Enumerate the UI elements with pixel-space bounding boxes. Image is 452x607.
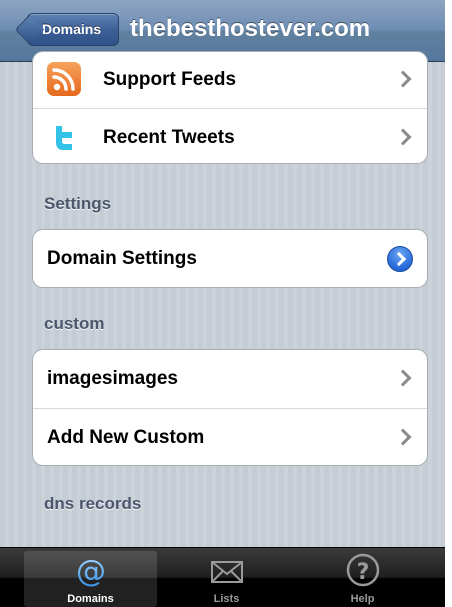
row-label: Add New Custom [47, 427, 205, 448]
tab-label: Lists [213, 593, 240, 605]
svg-text:?: ? [356, 560, 369, 585]
row-domain-settings[interactable]: Domain Settings [33, 230, 427, 287]
at-icon: @ [24, 553, 157, 594]
chevron-right-icon [394, 70, 412, 88]
row-label: imagesimages [47, 368, 178, 389]
section-header-settings: Settings [44, 194, 112, 213]
tab-bar: @ Domains Lists ? Help [0, 547, 452, 607]
section-header-custom: custom [44, 314, 105, 333]
rss-icon [47, 62, 81, 96]
section-header-dns-records: dns records [44, 494, 142, 513]
page-title: thebesthostever.com [130, 15, 371, 42]
help-icon: ? [296, 553, 429, 594]
tab-label: Domains [67, 593, 114, 605]
back-button-domains[interactable]: Domains [27, 13, 119, 46]
disclosure-icon[interactable] [387, 246, 413, 272]
chevron-right-icon [394, 428, 412, 446]
row-imagesimages[interactable]: imagesimages [33, 350, 427, 408]
row-recent-tweets[interactable]: Recent Tweets [33, 108, 427, 163]
chevron-right-icon [394, 128, 412, 146]
tab-help[interactable]: ? Help [296, 551, 429, 607]
chevron-right-icon [394, 369, 412, 387]
tab-domains[interactable]: @ Domains [24, 551, 157, 607]
back-button-label: Domains [42, 21, 102, 37]
screen: Domains thebesthostever.com Support Feed… [0, 0, 452, 607]
custom-group: imagesimages Add New Custom [32, 349, 428, 466]
row-label: Domain Settings [47, 248, 197, 269]
svg-text:@: @ [76, 554, 106, 589]
tab-lists[interactable]: Lists [160, 551, 293, 607]
tweet-icon [48, 123, 78, 153]
row-support-feeds[interactable]: Support Feeds [33, 52, 427, 108]
row-label: Support Feeds [103, 69, 237, 90]
feeds-group: Support Feeds Recent Tweets [32, 51, 428, 164]
row-add-new-custom[interactable]: Add New Custom [33, 408, 427, 465]
tab-label: Help [350, 593, 375, 605]
row-label: Recent Tweets [103, 127, 235, 148]
right-edge [445, 0, 452, 607]
envelope-icon [160, 553, 293, 594]
settings-group: Domain Settings [32, 229, 428, 288]
